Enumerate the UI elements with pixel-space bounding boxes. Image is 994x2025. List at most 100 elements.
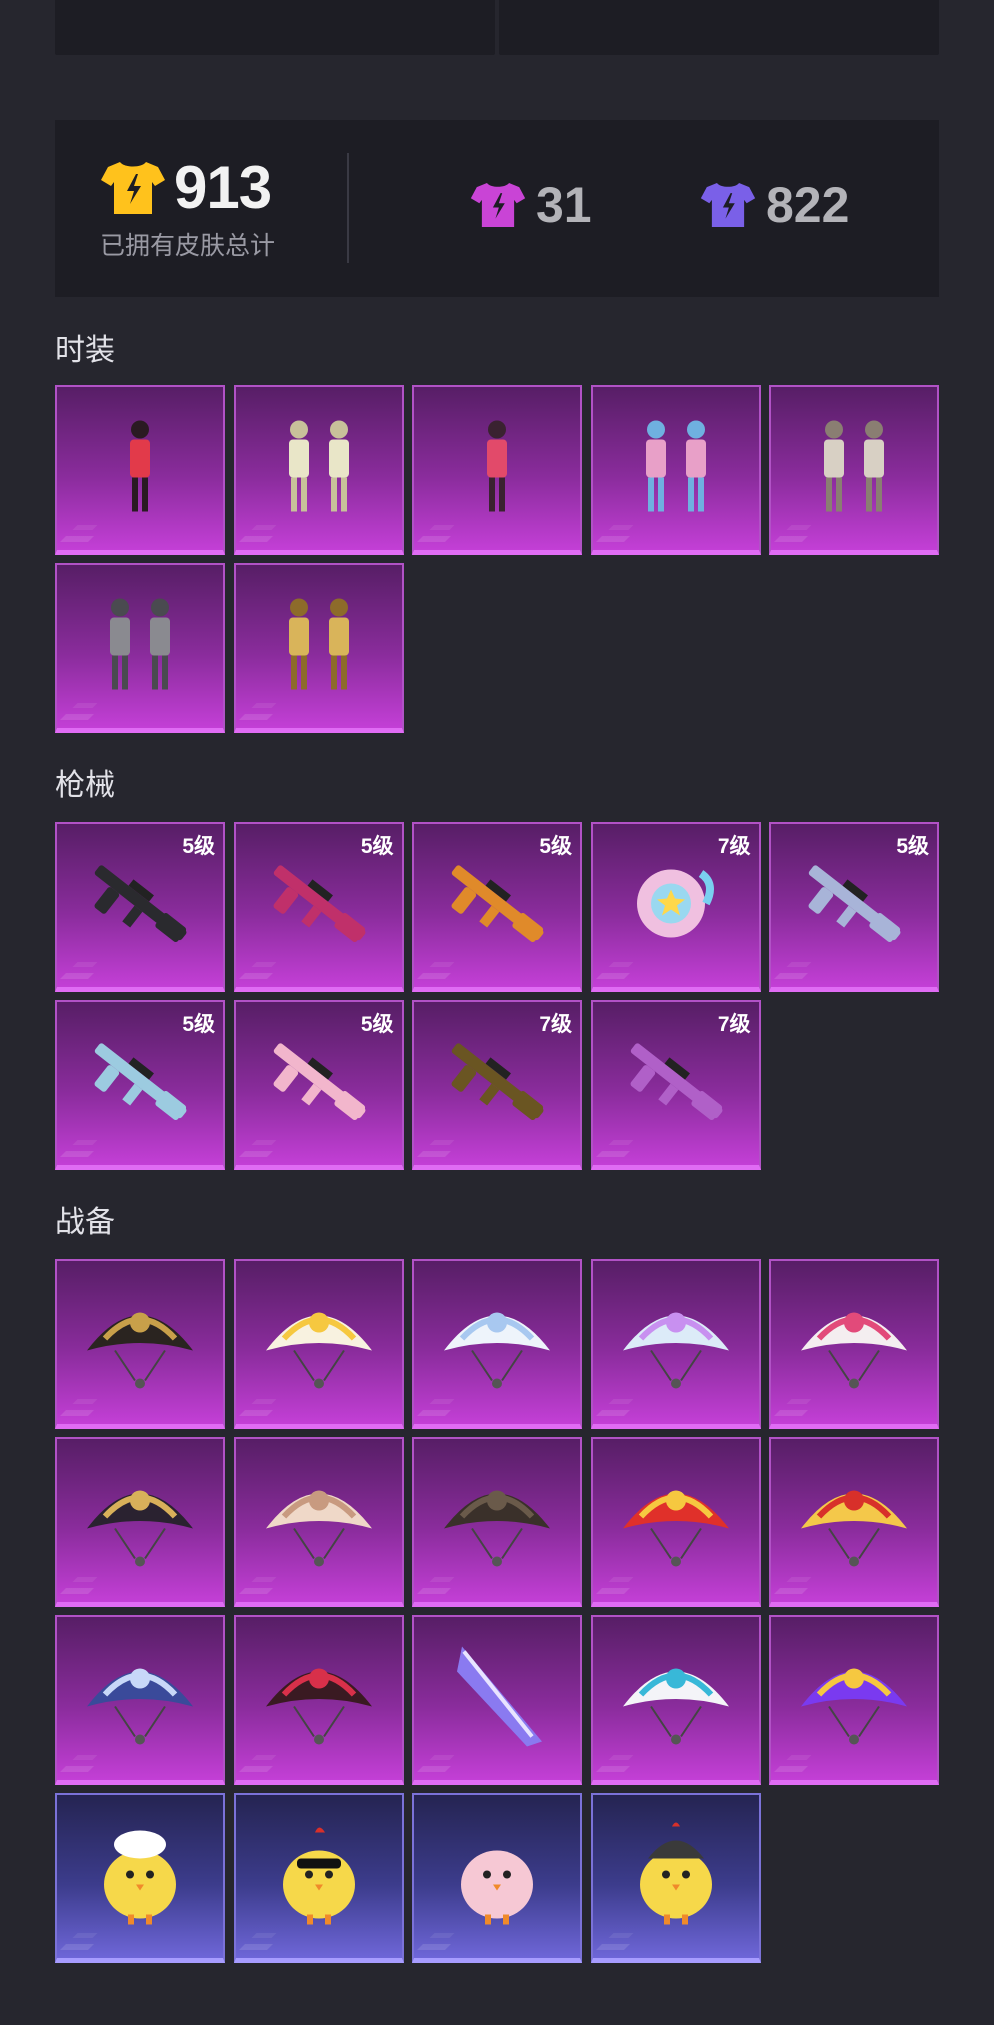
- card-stripe: [238, 1410, 273, 1416]
- card-stripe: [238, 1766, 273, 1772]
- weapons-item-card[interactable]: 5级: [769, 822, 939, 992]
- weapons-item-card[interactable]: 5级: [55, 822, 225, 992]
- total-skins-count: 913: [174, 154, 272, 221]
- gear-item-card[interactable]: [55, 1793, 225, 1963]
- blue-rarity-count: 822: [700, 180, 849, 230]
- card-stripe: [60, 714, 94, 720]
- weapons-item-card[interactable]: 5级: [55, 1000, 225, 1170]
- card-stripe: [595, 973, 630, 979]
- card-stripe: [774, 1588, 808, 1594]
- level-badge: 7级: [539, 1013, 572, 1036]
- gear-item-card[interactable]: [55, 1615, 225, 1785]
- gear-item-card[interactable]: [233, 1615, 404, 1785]
- chick-helmet-icon: [616, 1814, 736, 1939]
- card-stripe: [238, 1588, 273, 1594]
- gear-item-card[interactable]: [233, 1437, 404, 1607]
- parachute-red-black-icon: [254, 1636, 384, 1761]
- fashion-grid: [55, 385, 939, 733]
- gear-item-card[interactable]: [769, 1437, 939, 1607]
- gold-shirt-icon: [101, 162, 165, 214]
- card-stripe: [60, 536, 94, 542]
- card-stripe: [60, 1588, 94, 1594]
- skin-stats-panel: 913 已拥有皮肤总计 31 822: [55, 120, 939, 297]
- level-badge: 5级: [182, 835, 215, 858]
- gear-item-card[interactable]: [590, 1437, 761, 1607]
- card-stripe: [417, 1151, 451, 1157]
- card-stripe: [417, 1588, 451, 1594]
- fashion-item-card[interactable]: [55, 385, 225, 555]
- weapons-item-card[interactable]: 5级: [233, 822, 404, 992]
- fashion-item-card[interactable]: [590, 385, 761, 555]
- outfit-colorful-pair-icon: [611, 401, 741, 536]
- parachute-dark-camo-icon: [432, 1458, 562, 1583]
- parachute-white-teal-icon: [611, 1636, 741, 1761]
- gear-item-card[interactable]: [233, 1793, 404, 1963]
- fashion-item-card[interactable]: [769, 385, 939, 555]
- gear-item-card[interactable]: [590, 1615, 761, 1785]
- parachute-sheep-icon: [254, 1280, 384, 1405]
- gear-item-card[interactable]: [233, 1259, 404, 1429]
- stats-divider: [347, 153, 349, 263]
- gear-item-card[interactable]: [590, 1793, 761, 1963]
- weapons-item-card[interactable]: 7级: [590, 1000, 761, 1170]
- weapons-item-card[interactable]: 5级: [412, 822, 582, 992]
- gear-item-card[interactable]: [412, 1793, 582, 1963]
- gear-item-card[interactable]: [590, 1259, 761, 1429]
- outfit-grey-bunny-pair-icon: [75, 579, 205, 714]
- parachute-cream-dome-icon: [254, 1458, 384, 1583]
- section-title-gear: 战备: [55, 1206, 115, 1239]
- card-stripe: [595, 1410, 630, 1416]
- weapons-item-card[interactable]: 7级: [590, 822, 761, 992]
- gear-item-card[interactable]: [412, 1259, 582, 1429]
- card-stripe: [417, 536, 451, 542]
- gear-item-card[interactable]: [412, 1437, 582, 1607]
- chick-pink-icon: [437, 1814, 557, 1939]
- section-title-fashion: 时装: [55, 334, 115, 367]
- card-stripe: [595, 536, 630, 542]
- top-summary-bar: [55, 0, 939, 55]
- parachute-crystal-icon: [611, 1280, 741, 1405]
- parachute-red-bird-icon: [611, 1458, 741, 1583]
- card-stripe: [238, 1944, 273, 1950]
- card-stripe: [417, 1944, 451, 1950]
- card-stripe: [60, 1410, 94, 1416]
- gear-item-card[interactable]: [769, 1615, 939, 1785]
- card-stripe: [774, 536, 808, 542]
- card-stripe: [595, 1766, 630, 1772]
- card-stripe: [238, 1151, 273, 1157]
- fashion-item-card[interactable]: [55, 563, 225, 733]
- parachute-blue-crystal-icon: [75, 1636, 205, 1761]
- total-skins-block: 913 已拥有皮肤总计: [100, 158, 275, 262]
- top-summary-cell-right: [499, 0, 939, 55]
- chick-chef-icon: [80, 1814, 200, 1939]
- card-stripe: [417, 1766, 451, 1772]
- outfit-cream-pair-icon: [254, 401, 384, 536]
- card-stripe: [774, 1766, 808, 1772]
- magenta-shirt-icon: [470, 182, 526, 228]
- outfit-pink-dress-icon: [432, 401, 562, 536]
- fashion-item-card[interactable]: [412, 385, 582, 555]
- top-summary-cell-left: [55, 0, 495, 55]
- card-stripe: [774, 973, 808, 979]
- outfit-white-pair-icon: [789, 401, 919, 536]
- level-badge: 7级: [717, 835, 751, 858]
- section-title-weapons: 枪械: [55, 769, 115, 802]
- card-stripe: [595, 1944, 630, 1950]
- fashion-item-card[interactable]: [233, 385, 404, 555]
- weapons-item-card[interactable]: 7级: [412, 1000, 582, 1170]
- glider-purple-wing-icon: [432, 1631, 562, 1766]
- parachute-pink-cat-icon: [789, 1280, 919, 1405]
- card-stripe: [774, 1410, 808, 1416]
- total-skins-label: 已拥有皮肤总计: [100, 232, 276, 260]
- fashion-item-card[interactable]: [233, 563, 404, 733]
- card-stripe: [595, 1151, 630, 1157]
- gear-item-card[interactable]: [769, 1259, 939, 1429]
- weapons-item-card[interactable]: 5级: [233, 1000, 404, 1170]
- gear-item-card[interactable]: [412, 1615, 582, 1785]
- parachute-ornate-star-icon: [75, 1458, 205, 1583]
- parachute-comic-icon: [789, 1458, 919, 1583]
- parachute-black-gold-icon: [75, 1280, 205, 1405]
- card-stripe: [60, 1766, 94, 1772]
- gear-item-card[interactable]: [55, 1259, 225, 1429]
- gear-item-card[interactable]: [55, 1437, 225, 1607]
